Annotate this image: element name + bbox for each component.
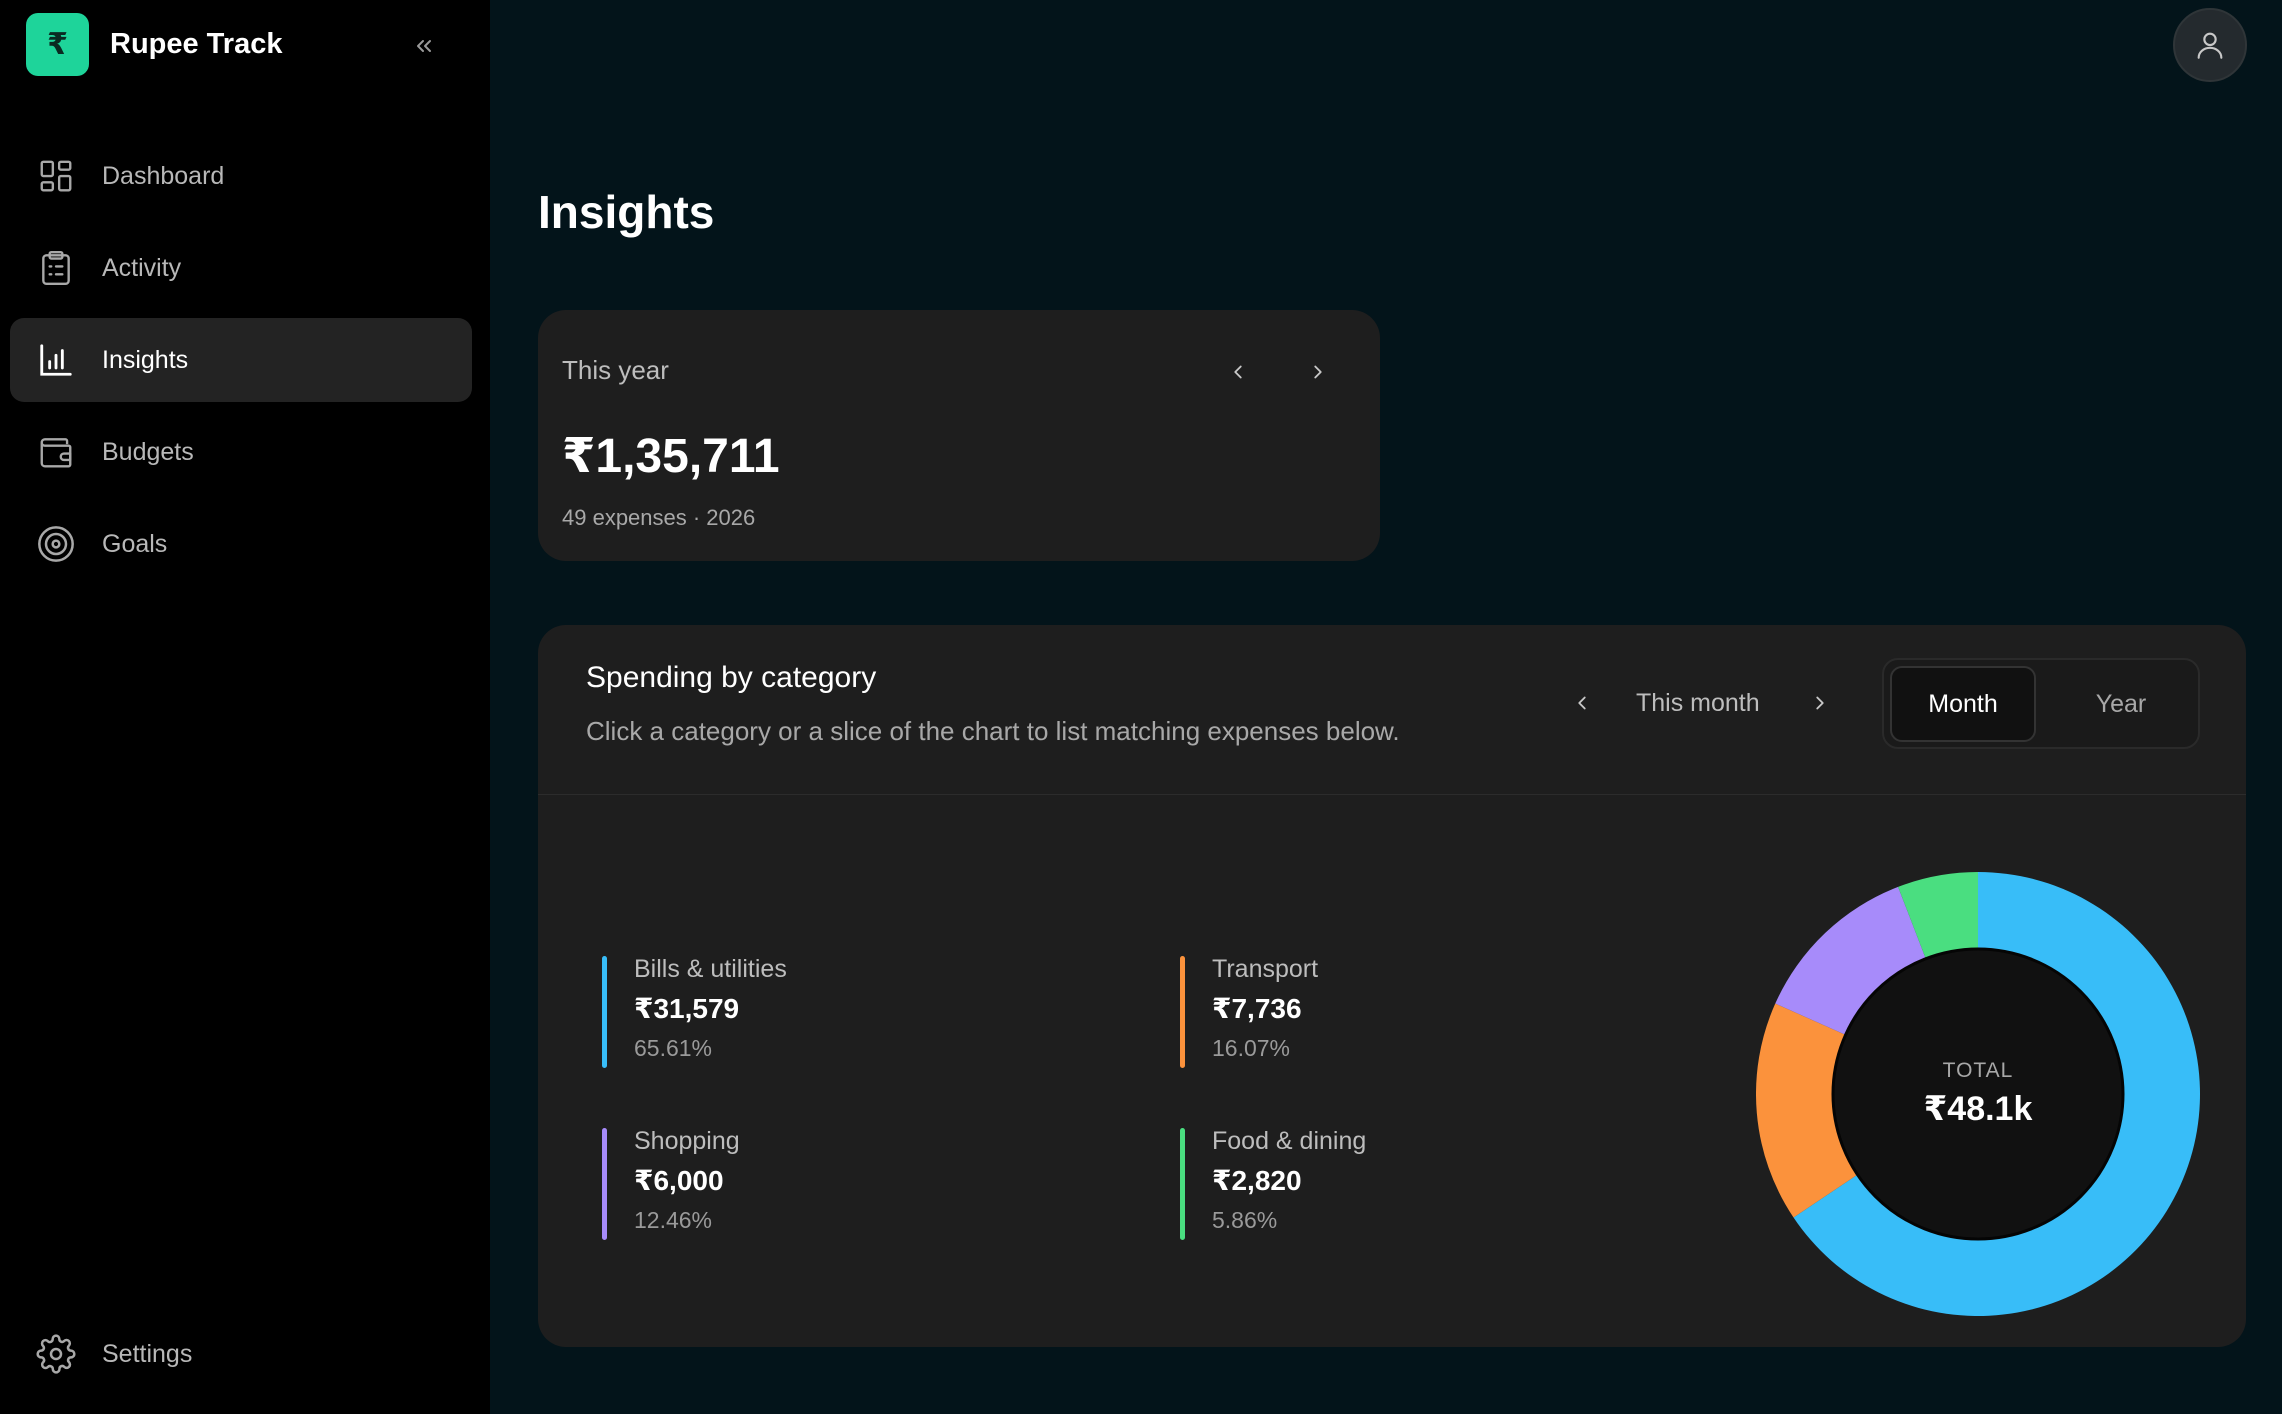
toggle-year-button[interactable]: Year	[2048, 666, 2194, 742]
page-title: Insights	[538, 186, 715, 238]
collapse-sidebar-button[interactable]	[404, 26, 444, 66]
sidebar-item-settings[interactable]: Settings	[10, 1312, 472, 1396]
app-name: Rupee Track	[110, 28, 283, 60]
previous-period-button[interactable]	[1562, 683, 1602, 723]
user-avatar-button[interactable]	[2173, 8, 2247, 82]
chevron-left-icon	[1234, 365, 1242, 379]
next-year-button[interactable]	[1298, 352, 1338, 392]
sidebar-item-label: Dashboard	[102, 161, 225, 190]
sidebar-item-label: Settings	[102, 1339, 193, 1368]
current-period-label: This month	[1636, 689, 1760, 717]
dashboard-grid-icon	[36, 156, 76, 196]
user-icon	[2197, 32, 2223, 59]
period-label: This year	[562, 355, 669, 385]
donut-hole	[1831, 947, 2125, 1241]
section-subtitle: Click a category or a slice of the chart…	[586, 716, 1400, 746]
chevron-right-icon	[1314, 365, 1322, 379]
category-name: Transport	[1212, 955, 1319, 983]
category-amount: ₹6,000	[634, 1165, 724, 1196]
brand[interactable]: ₹ Rupee Track	[26, 13, 282, 76]
category-color-bar	[602, 1128, 607, 1240]
sidebar-item-label: Goals	[102, 529, 168, 558]
divider	[538, 794, 2246, 795]
wallet-icon	[36, 432, 76, 472]
category-color-bar	[602, 956, 607, 1068]
target-icon	[36, 524, 76, 564]
category-percent: 16.07%	[1212, 1035, 1291, 1061]
category-name: Shopping	[634, 1127, 740, 1155]
category-item-shopping[interactable]: Shopping ₹6,000 12.46%	[602, 1127, 740, 1242]
chevrons-left-icon	[417, 40, 431, 52]
sidebar-item-budgets[interactable]: Budgets	[10, 410, 472, 494]
chevron-left-icon	[1578, 696, 1586, 710]
gear-icon	[36, 1334, 76, 1374]
sidebar-item-activity[interactable]: Activity	[10, 226, 472, 310]
sidebar: ₹ Rupee Track Dashboard Activity Insight…	[0, 0, 490, 1414]
bar-chart-icon	[36, 340, 76, 380]
category-amount: ₹31,579	[634, 993, 740, 1024]
previous-year-button[interactable]	[1218, 352, 1258, 392]
section-title: Spending by category	[586, 661, 877, 694]
category-color-bar	[1180, 1128, 1185, 1240]
year-expense-meta: 49 expenses · 2026	[562, 505, 756, 530]
category-color-bar	[1180, 956, 1185, 1068]
category-item-bills[interactable]: Bills & utilities ₹31,579 65.61%	[602, 955, 787, 1070]
category-item-food[interactable]: Food & dining ₹2,820 5.86%	[1180, 1127, 1366, 1242]
category-percent: 5.86%	[1212, 1207, 1278, 1233]
sidebar-item-dashboard[interactable]: Dashboard	[10, 134, 472, 218]
next-period-button[interactable]	[1800, 683, 1840, 723]
category-item-transport[interactable]: Transport ₹7,736 16.07%	[1180, 955, 1318, 1070]
sidebar-item-label: Insights	[102, 345, 189, 374]
donut-svg	[1756, 872, 2200, 1316]
category-amount: ₹7,736	[1212, 993, 1302, 1024]
app-root: ₹ Rupee Track Dashboard Activity Insight…	[0, 0, 2282, 1414]
sidebar-item-label: Activity	[102, 253, 182, 282]
category-name: Bills & utilities	[634, 955, 787, 983]
rupee-logo-icon: ₹	[26, 13, 89, 76]
chevron-right-icon	[1816, 696, 1824, 710]
sidebar-item-goals[interactable]: Goals	[10, 502, 472, 586]
year-total-amount: ₹1,35,711	[562, 430, 780, 483]
period-toggle: Month Year	[1882, 658, 2200, 749]
sidebar-item-insights[interactable]: Insights	[10, 318, 472, 402]
category-name: Food & dining	[1212, 1127, 1367, 1155]
spending-by-category-card: Spending by category Click a category or…	[538, 625, 2246, 1347]
year-summary-card: This year ₹1,35,711 49 expenses · 2026	[538, 310, 1380, 561]
category-amount: ₹2,820	[1212, 1165, 1302, 1196]
category-percent: 12.46%	[634, 1207, 713, 1233]
toggle-month-button[interactable]: Month	[1890, 666, 2036, 742]
clipboard-list-icon	[36, 248, 76, 288]
category-percent: 65.61%	[634, 1035, 713, 1061]
sidebar-item-label: Budgets	[102, 437, 194, 466]
category-donut-chart: TOTAL ₹48.1k	[1756, 872, 2200, 1316]
